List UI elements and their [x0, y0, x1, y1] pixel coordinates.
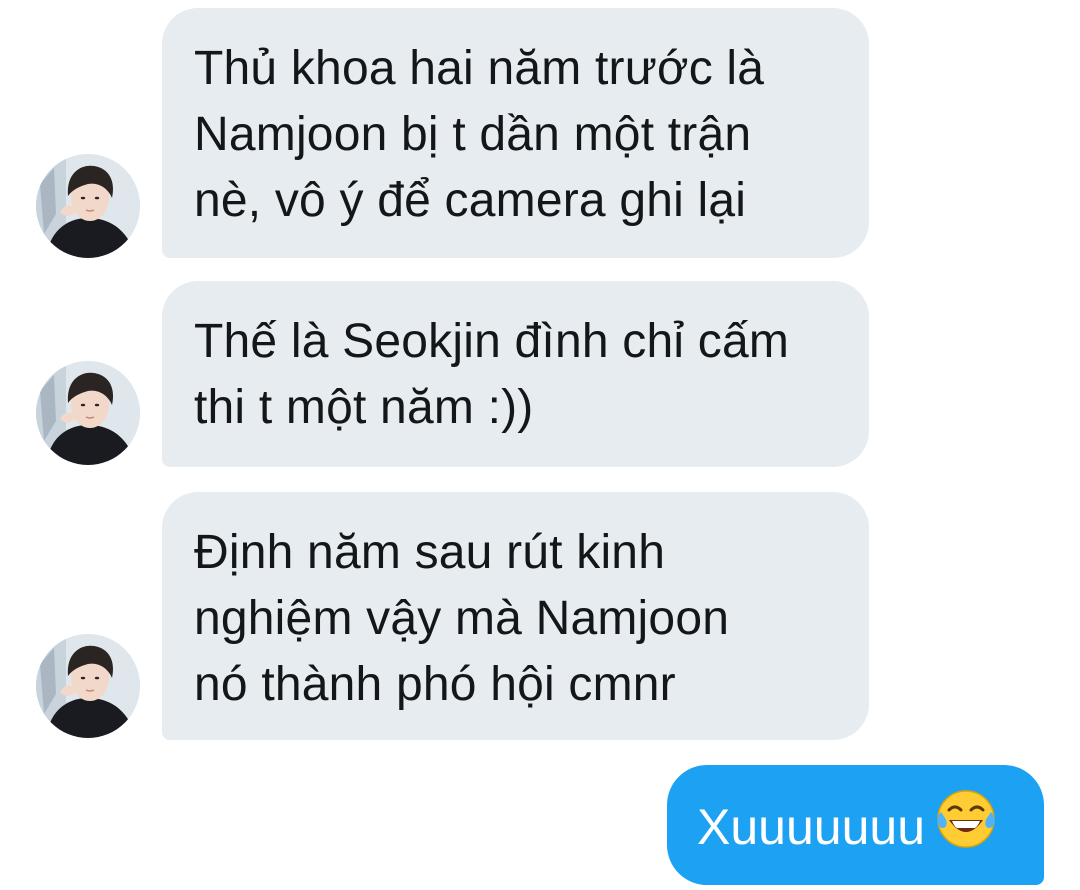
message-thread: Thủ khoa hai năm trước là Namjoon bị t d…	[0, 0, 1080, 890]
avatar-photo-icon	[36, 634, 140, 738]
avatar-photo-icon	[36, 154, 140, 258]
message-row: Xuuuuuuu	[0, 765, 1080, 885]
incoming-message-bubble[interactable]: Thế là Seokjin đình chỉ cấm thi t một nă…	[162, 281, 869, 467]
incoming-message-bubble[interactable]: Định năm sau rút kinh nghiệm vậy mà Namj…	[162, 492, 869, 740]
message-text: nè, vô ý để camera ghi lại	[194, 174, 747, 227]
avatar[interactable]	[36, 361, 140, 465]
avatar[interactable]	[36, 154, 140, 258]
message-text: Định năm sau rút kinh	[194, 526, 666, 579]
message-row: Thế là Seokjin đình chỉ cấm thi t một nă…	[0, 281, 1080, 467]
message-text: nó thành phó hội cmnr	[194, 658, 676, 711]
message-row: Định năm sau rút kinh nghiệm vậy mà Namj…	[0, 492, 1080, 740]
face-with-tears-of-joy-icon	[935, 788, 997, 866]
message-text: nghiệm vậy mà Namjoon	[194, 592, 730, 645]
message-text: Thế là Seokjin đình chỉ cấm	[194, 315, 790, 368]
incoming-message-bubble[interactable]: Thủ khoa hai năm trước là Namjoon bị t d…	[162, 8, 869, 258]
message-text: Thủ khoa hai năm trước là	[194, 42, 765, 95]
message-text: thi t một năm :))	[194, 381, 534, 434]
message-row: Thủ khoa hai năm trước là Namjoon bị t d…	[0, 8, 1080, 258]
avatar-photo-icon	[36, 361, 140, 465]
avatar[interactable]	[36, 634, 140, 738]
message-text: Namjoon bị t dần một trận	[194, 108, 752, 161]
outgoing-message-bubble[interactable]: Xuuuuuuu	[667, 765, 1044, 885]
message-text: Xuuuuuuu	[697, 799, 926, 856]
